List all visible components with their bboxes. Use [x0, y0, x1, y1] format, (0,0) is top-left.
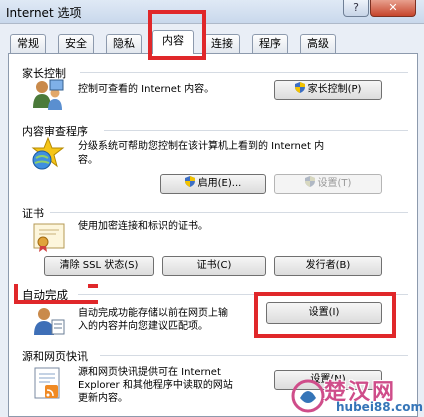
- watermark-url: hubei88.com: [336, 400, 424, 414]
- uac-shield-icon: [294, 82, 305, 93]
- close-button[interactable]: ✕: [370, 0, 416, 17]
- parental-controls-icon: [33, 79, 64, 110]
- autocomplete-icon: [34, 308, 65, 335]
- help-button[interactable]: ?: [343, 0, 369, 17]
- window-title: Internet 选项: [6, 6, 82, 20]
- content-advisor-enable-button[interactable]: 启用(E)...: [160, 174, 266, 194]
- content-advisor-icon: [31, 136, 65, 170]
- settings-highlight-box: [254, 292, 396, 338]
- content-advisor-enable-label: 启用(E)...: [197, 178, 242, 189]
- certificates-description: 使用加密连接和标识的证书。: [78, 221, 208, 232]
- feeds-description-line2: Explorer 和其他程序中读取的网站: [78, 380, 233, 391]
- content-advisor-settings-label: 设置(T): [317, 178, 352, 189]
- feeds-description-line3: 更新内容。: [78, 393, 128, 404]
- title-bar: Internet 选项 ? ✕: [0, 0, 424, 24]
- feeds-heading: 源和网页快讯: [22, 350, 88, 363]
- feeds-description-line1: 源和网页快讯提供可在 Internet: [78, 367, 221, 378]
- certificates-heading: 证书: [22, 207, 44, 220]
- autocomplete-highlight-top: [88, 284, 98, 288]
- tab-general[interactable]: 常规: [10, 34, 46, 53]
- tab-security[interactable]: 安全: [58, 34, 94, 53]
- clear-ssl-state-button[interactable]: 清除 SSL 状态(S): [44, 256, 154, 276]
- parental-controls-button-label: 家长控制(P): [307, 84, 362, 95]
- autocomplete-highlight-bottom: [14, 300, 98, 304]
- uac-shield-icon: [184, 176, 195, 187]
- parental-controls-button[interactable]: 家长控制(P): [274, 80, 382, 100]
- watermark-logo: 楚汉网 hubei88.com: [290, 376, 424, 417]
- tab-highlight-box: [148, 10, 206, 60]
- tab-programs[interactable]: 程序: [252, 34, 288, 53]
- autocomplete-description-line1: 自动完成功能存储以前在网页上输: [78, 308, 228, 319]
- content-advisor-description-line2: 容。: [78, 155, 98, 166]
- section-divider: [104, 130, 408, 131]
- certificates-button[interactable]: 证书(C): [162, 256, 266, 276]
- section-divider: [100, 355, 408, 356]
- content-advisor-settings-button[interactable]: 设置(T): [274, 174, 382, 194]
- content-advisor-description-line1: 分级系统可帮助您控制在该计算机上看到的 Internet 内: [78, 141, 325, 152]
- uac-shield-icon: [304, 176, 315, 187]
- watermark-emblem-icon: [291, 379, 325, 413]
- autocomplete-description-line2: 入的内容并向您建议匹配项。: [78, 321, 208, 332]
- tab-advanced[interactable]: 高级: [300, 34, 336, 53]
- publishers-button[interactable]: 发行者(B): [274, 256, 382, 276]
- certificate-icon: [33, 223, 65, 252]
- tab-connections[interactable]: 连接: [204, 34, 240, 53]
- tab-privacy[interactable]: 隐私: [106, 34, 142, 53]
- feeds-icon: [34, 367, 60, 399]
- section-divider: [50, 212, 408, 213]
- section-divider: [80, 72, 408, 73]
- parental-controls-description: 控制可查看的 Internet 内容。: [78, 84, 215, 95]
